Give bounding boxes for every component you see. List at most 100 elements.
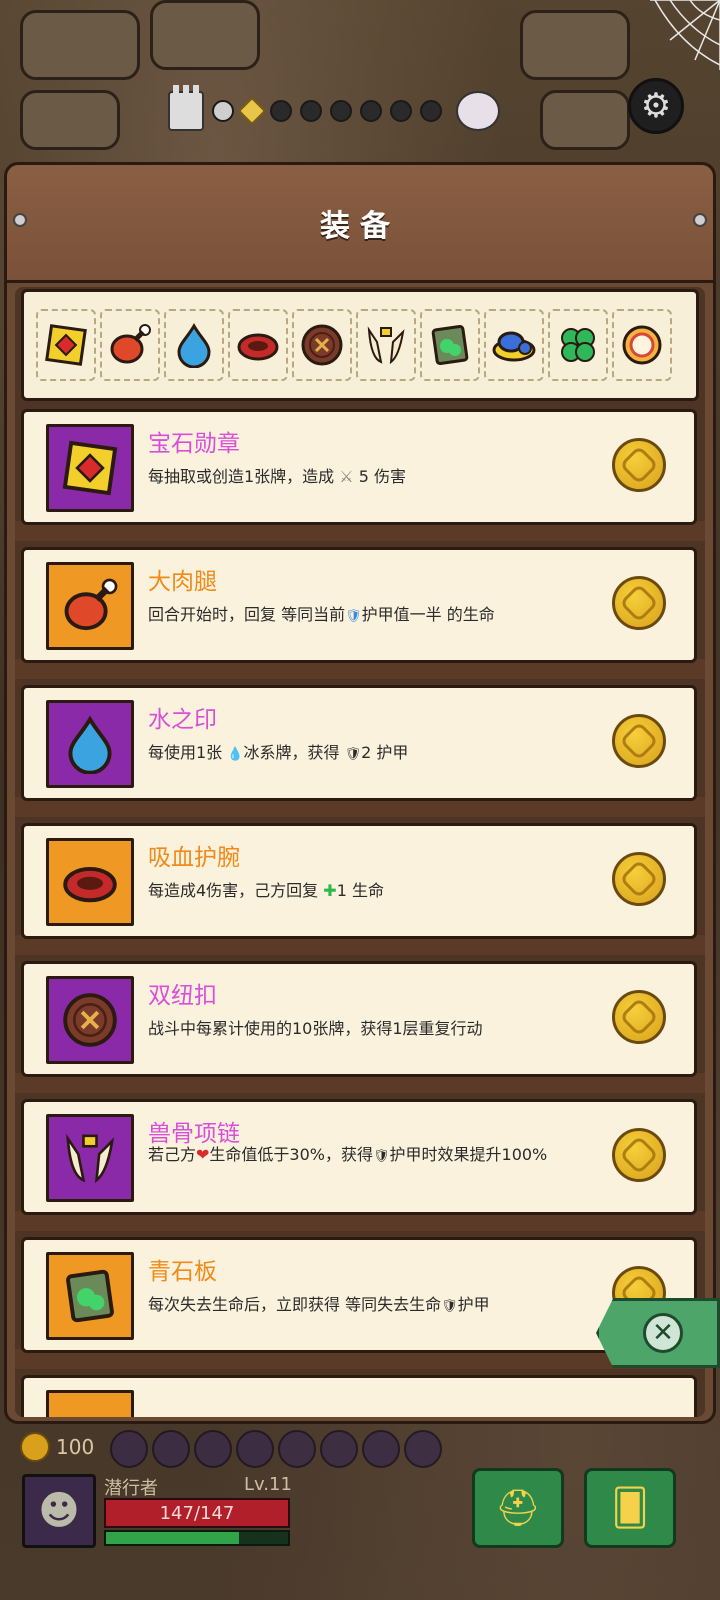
stage-node [300, 100, 322, 122]
shield-icon: 🛡 [441, 1299, 458, 1314]
desc-text: 若己方 [148, 1145, 197, 1164]
desc-text: 战斗中每累计使用的10张牌，获得1层重复行动 [148, 1019, 483, 1038]
status-icon [236, 1430, 274, 1468]
heart-icon: ❤ [196, 1145, 210, 1164]
desc-text: 护甲值一半 的生命 [361, 605, 495, 624]
meat-leg-icon[interactable] [100, 309, 160, 381]
desc-text: 护甲时效果提升100% [389, 1145, 548, 1164]
item-description: 每次失去生命后，立即获得 等同失去生命🛡护甲 [148, 1294, 608, 1318]
nail-icon [13, 213, 27, 227]
stage-node [390, 100, 412, 122]
item-description: 若己方❤生命值低于30%，获得🛡护甲时效果提升100% [148, 1144, 608, 1168]
heal-plus-icon: ✚ [323, 881, 337, 900]
item-description: 回合开始时，回复 等同当前🛡护甲值一半 的生命 [148, 604, 608, 628]
desc-text: 每次失去生命后，立即获得 等同失去生命 [148, 1295, 442, 1314]
equipment-card[interactable]: 双纽扣 战斗中每累计使用的10张牌，获得1层重复行动 [21, 961, 697, 1077]
equipment-card[interactable] [21, 1375, 697, 1417]
vampire-bracer-icon [46, 838, 134, 926]
status-icon [110, 1430, 148, 1468]
water-seal-icon [46, 700, 134, 788]
close-icon: ✕ [643, 1313, 683, 1353]
equipment-card[interactable]: 宝石勋章 每抽取或创造1张牌，造成 ⚔ 5 伤害 [21, 409, 697, 525]
gear-icon[interactable]: ⚙ [628, 78, 684, 134]
double-button-icon [46, 976, 134, 1064]
status-icons [110, 1430, 442, 1468]
equipment-card[interactable]: 大肉腿 回合开始时，回复 等同当前🛡护甲值一半 的生命 [21, 547, 697, 663]
viking-helmet-icon: ⛑ [495, 1488, 541, 1529]
blue-mushroom-icon[interactable] [484, 309, 544, 381]
gold-coin-icon [612, 852, 666, 906]
equipment-card[interactable]: 水之印 每使用1张 💧冰系牌，获得 🛡2 护甲 [21, 685, 697, 801]
desc-text: 每使用1张 [148, 743, 228, 762]
stage-node [270, 100, 292, 122]
panel-body: 宝石勋章 每抽取或创造1张牌，造成 ⚔ 5 伤害 大肉腿 回合开始时，回复 等同… [15, 287, 705, 1417]
equipment-card[interactable]: 青石板 每次失去生命后，立即获得 等同失去生命🛡护甲 [21, 1237, 697, 1353]
stage-node-current [237, 96, 267, 126]
water-drop-icon: 💧 [227, 747, 244, 762]
stage-node [360, 100, 382, 122]
double-button-icon[interactable] [292, 309, 352, 381]
equipment-card[interactable]: 兽骨项链 若己方❤生命值低于30%，获得🛡护甲时效果提升100% [21, 1099, 697, 1215]
gold-coin-icon [612, 576, 666, 630]
xp-fill [106, 1532, 239, 1544]
gold-coin-icon [612, 438, 666, 492]
ring-icon[interactable] [612, 309, 672, 381]
desc-text: 冰系牌，获得 [243, 743, 345, 762]
green-slate-icon [46, 1252, 134, 1340]
desc-text: 2 护甲 [361, 743, 409, 762]
item-name: 宝石勋章 [148, 431, 240, 457]
item-description: 每造成4伤害，己方回复 ✚1 生命 [148, 880, 608, 902]
gold-display: 100 [20, 1432, 94, 1462]
desc-text: 1 生命 [336, 881, 384, 900]
panel-header: 装备 [7, 165, 713, 283]
hp-value: 147/147 [159, 1502, 235, 1524]
equipment-icon-bar [21, 289, 699, 401]
desc-text: 每造成4伤害，己方回复 [148, 881, 324, 900]
item-icon [46, 1390, 134, 1417]
shield-icon: 🛡 [344, 747, 362, 762]
desc-text: 5 伤害 [358, 467, 406, 486]
gold-coin-icon [612, 1128, 666, 1182]
gold-coin-icon [612, 990, 666, 1044]
green-slate-icon[interactable] [420, 309, 480, 381]
status-icon [194, 1430, 232, 1468]
stage-progress [168, 85, 548, 136]
desc-text: 护甲 [457, 1295, 490, 1314]
item-description: 每使用1张 💧冰系牌，获得 🛡2 护甲 [148, 742, 608, 766]
item-name: 兽骨项链 [148, 1121, 240, 1147]
card-deck-button[interactable]: 🂠 [584, 1468, 676, 1548]
player-hud: 100 ☻ 潜行者 Lv.11 147/147 ⛑ 🂠 [0, 1424, 720, 1600]
status-icon [404, 1430, 442, 1468]
background-stones [0, 0, 720, 170]
player-name: 潜行者 [104, 1478, 158, 1499]
item-description: 战斗中每累计使用的10张牌，获得1层重复行动 [148, 1018, 608, 1040]
viking-helmet-button[interactable]: ⛑ [472, 1468, 564, 1548]
player-level: Lv.11 [244, 1474, 292, 1495]
item-description: 每抽取或创造1张牌，造成 ⚔ 5 伤害 [148, 466, 608, 488]
water-seal-icon[interactable] [164, 309, 224, 381]
item-name: 水之印 [148, 707, 217, 733]
xp-bar [104, 1530, 290, 1546]
four-leaf-clover-icon[interactable] [548, 309, 608, 381]
equipment-card[interactable]: 吸血护腕 每造成4伤害，己方回复 ✚1 生命 [21, 823, 697, 939]
gold-coin-icon [20, 1432, 50, 1462]
shield-icon: 🛡 [373, 1149, 390, 1164]
gold-coin-icon [612, 714, 666, 768]
card-deck-icon: 🂠 [611, 1487, 649, 1529]
castle-icon [168, 85, 204, 131]
nail-icon [693, 213, 707, 227]
close-button[interactable]: ✕ [596, 1298, 720, 1368]
stage-node [420, 100, 442, 122]
rogue-avatar-icon[interactable]: ☻ [22, 1474, 96, 1548]
cobweb-decoration [650, 0, 720, 70]
beast-bone-necklace-icon [46, 1114, 134, 1202]
gem-medal-icon[interactable] [36, 309, 96, 381]
status-icon [278, 1430, 316, 1468]
beast-bone-necklace-icon[interactable] [356, 309, 416, 381]
item-name: 吸血护腕 [148, 845, 240, 871]
stage-node-done [212, 100, 234, 122]
desc-text: 每抽取或创造1张牌，造成 [148, 467, 335, 486]
vampire-bracer-icon[interactable] [228, 309, 288, 381]
stage-node [330, 100, 352, 122]
status-icon [362, 1430, 400, 1468]
